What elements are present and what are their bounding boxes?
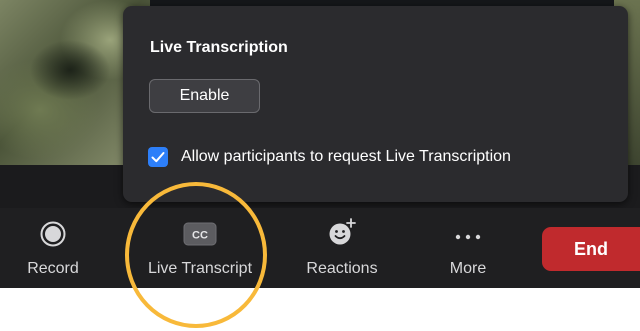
cc-icon: CC (183, 222, 217, 246)
live-transcript-label: Live Transcript (147, 260, 253, 277)
checkmark-icon (151, 152, 165, 163)
record-icon (40, 221, 66, 247)
end-meeting-button[interactable]: End (542, 227, 640, 271)
live-transcript-button[interactable]: CC Live Transcript (135, 208, 265, 288)
svg-text:CC: CC (192, 230, 208, 242)
record-label: Record (27, 260, 79, 277)
more-label: More (449, 260, 487, 277)
more-dots-icon (455, 234, 481, 240)
reactions-label: Reactions (306, 260, 378, 277)
live-transcription-popup: Live Transcription Enable Allow particip… (123, 6, 628, 202)
reactions-button[interactable]: Reactions (292, 208, 392, 288)
allow-request-label: Allow participants to request Live Trans… (181, 148, 511, 165)
screen: Live Transcription Enable Allow particip… (0, 0, 640, 331)
video-area: Live Transcription Enable Allow particip… (0, 0, 640, 208)
meeting-toolbar: Record CC Live Transcript Reactions More… (0, 208, 640, 288)
enable-button[interactable]: Enable (149, 79, 260, 113)
record-button[interactable]: Record (8, 208, 98, 288)
popup-title: Live Transcription (150, 39, 288, 56)
allow-request-checkbox[interactable] (148, 147, 168, 167)
reactions-smiley-plus-icon (329, 218, 356, 245)
more-button[interactable]: More (428, 208, 508, 288)
